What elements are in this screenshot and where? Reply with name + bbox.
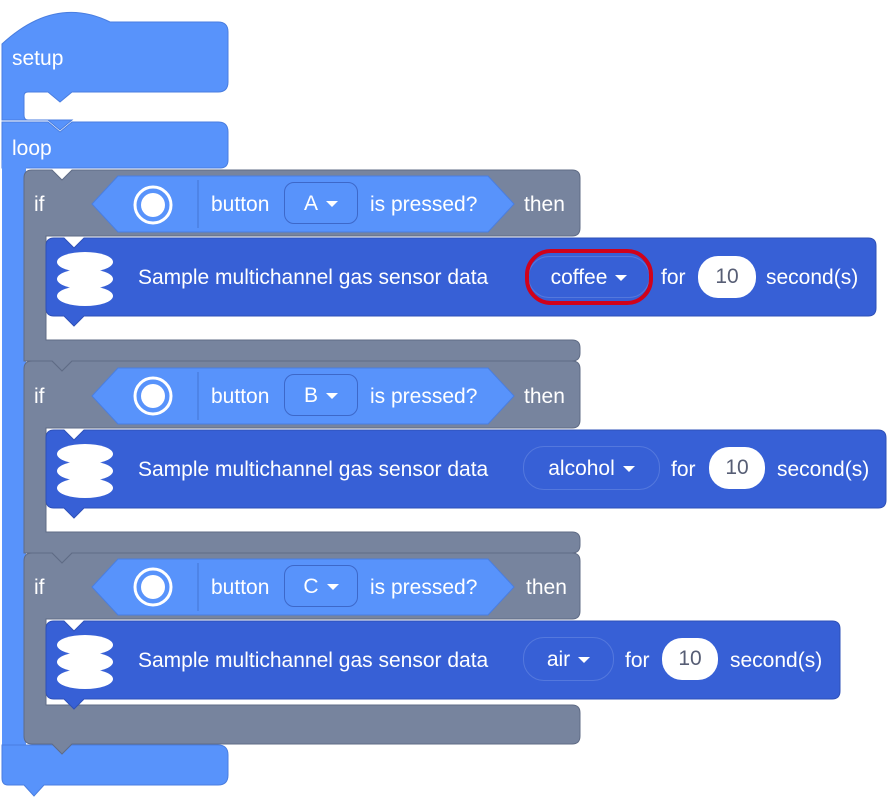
database-icon bbox=[57, 252, 113, 306]
button-value: C bbox=[303, 574, 319, 598]
duration-input[interactable]: 10 bbox=[698, 256, 756, 298]
action-text: Sample multichannel gas sensor data bbox=[138, 458, 489, 481]
condition-prefix: button bbox=[211, 193, 270, 216]
unit-label: second(s) bbox=[730, 649, 823, 672]
for-label: for bbox=[671, 458, 696, 481]
setup-hat-block bbox=[1, 11, 229, 131]
chevron-down-icon bbox=[622, 466, 635, 472]
condition-suffix: is pressed? bbox=[370, 576, 478, 599]
gas-value: air bbox=[546, 647, 571, 671]
if-label: if bbox=[34, 576, 45, 599]
gas-dropdown[interactable]: air bbox=[523, 637, 614, 681]
unit-label: second(s) bbox=[777, 458, 870, 481]
then-label: then bbox=[524, 385, 565, 408]
loop-arm bbox=[2, 160, 26, 760]
loop-footer bbox=[1, 744, 229, 797]
if-label: if bbox=[34, 193, 45, 216]
loop-label: loop bbox=[12, 137, 52, 160]
action-text: Sample multichannel gas sensor data bbox=[138, 649, 489, 672]
for-label: for bbox=[661, 266, 686, 289]
button-dropdown[interactable]: B bbox=[284, 374, 358, 416]
for-label: for bbox=[625, 649, 650, 672]
button-icon bbox=[133, 376, 173, 416]
duration-input[interactable]: 10 bbox=[662, 638, 718, 680]
then-label: then bbox=[526, 576, 567, 599]
button-dropdown[interactable]: C bbox=[284, 565, 358, 607]
gas-value: alcohol bbox=[548, 456, 615, 480]
chevron-down-icon bbox=[326, 201, 338, 207]
if-label: if bbox=[34, 385, 45, 408]
condition-suffix: is pressed? bbox=[370, 193, 478, 216]
chevron-down-icon bbox=[326, 393, 338, 399]
button-value: A bbox=[303, 191, 318, 215]
button-icon bbox=[133, 185, 173, 225]
database-icon bbox=[57, 444, 113, 498]
action-text: Sample multichannel gas sensor data bbox=[138, 266, 489, 289]
setup-label: setup bbox=[12, 47, 64, 70]
database-icon bbox=[57, 635, 113, 689]
gas-dropdown[interactable]: alcohol bbox=[523, 446, 660, 490]
highlight-ring bbox=[525, 249, 653, 305]
then-label: then bbox=[524, 193, 565, 216]
button-dropdown[interactable]: A bbox=[284, 182, 358, 224]
button-value: B bbox=[303, 383, 318, 407]
unit-label: second(s) bbox=[766, 266, 859, 289]
button-icon bbox=[133, 567, 173, 607]
chevron-down-icon bbox=[578, 657, 591, 663]
condition-prefix: button bbox=[211, 576, 270, 599]
condition-suffix: is pressed? bbox=[370, 385, 478, 408]
condition-prefix: button bbox=[211, 385, 270, 408]
duration-input[interactable]: 10 bbox=[709, 447, 765, 489]
chevron-down-icon bbox=[326, 584, 339, 590]
